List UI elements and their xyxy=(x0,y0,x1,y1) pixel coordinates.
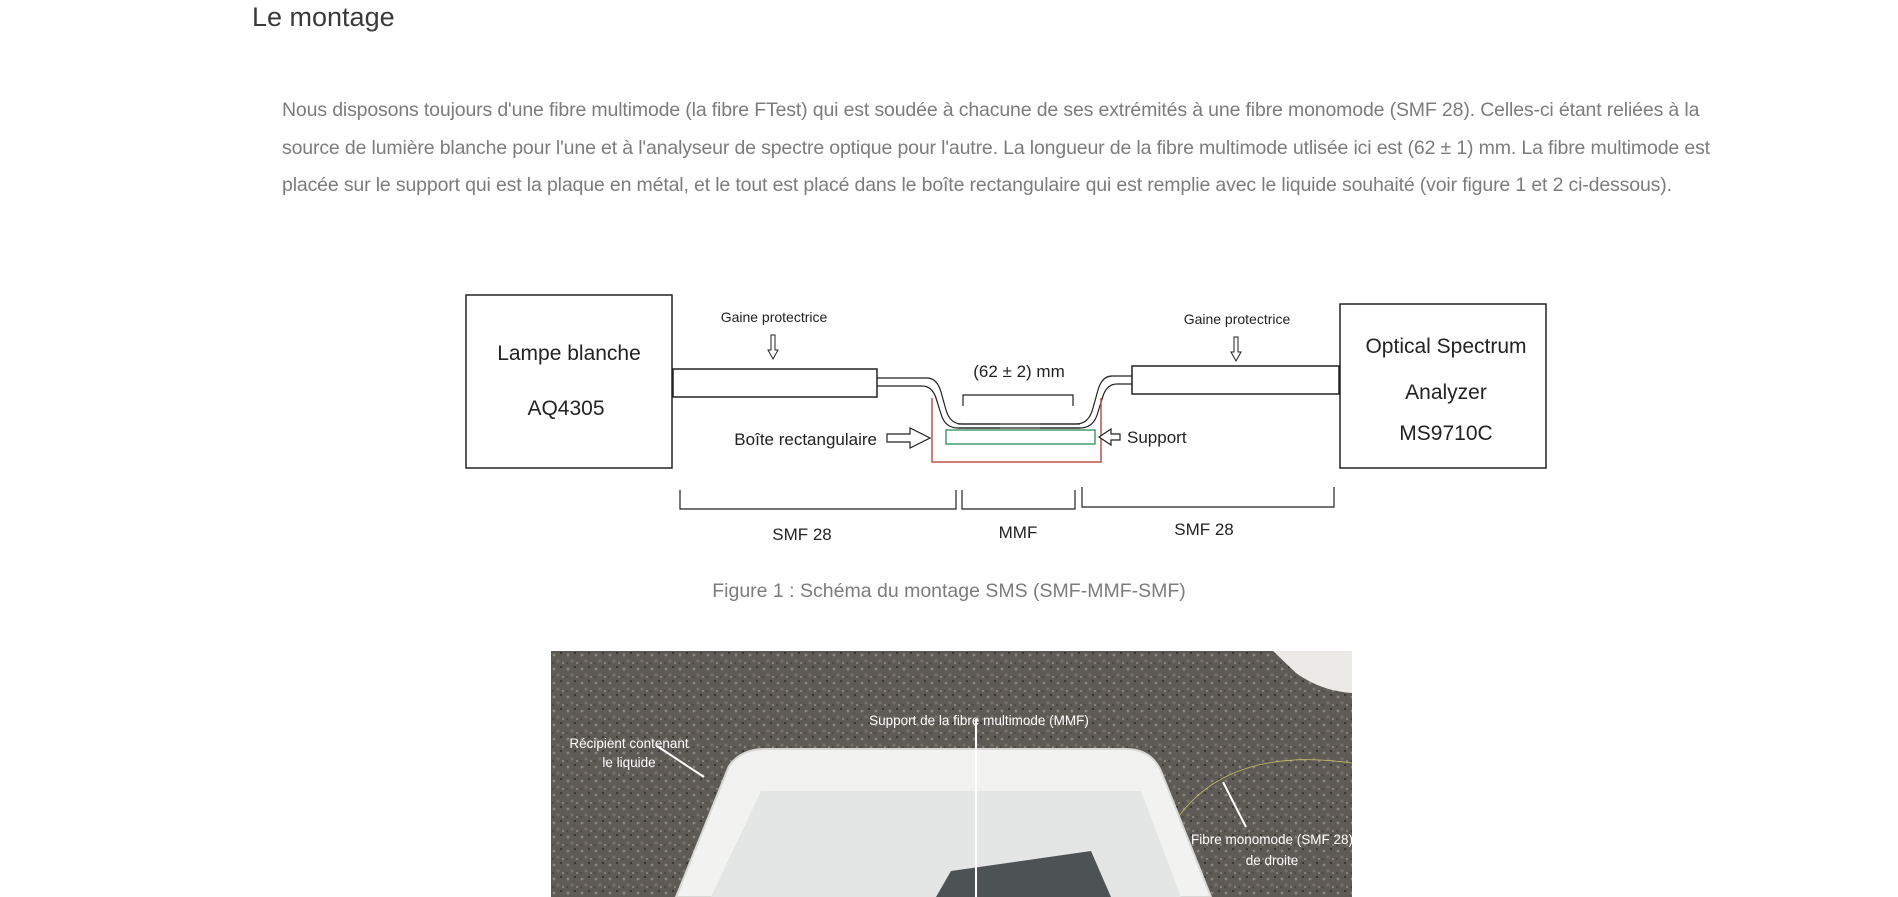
bracket-mmf xyxy=(961,490,1076,510)
paragraph-line: Nous disposons toujours d'une fibre mult… xyxy=(282,99,1700,121)
lamp-label-line1: Lampe blanche xyxy=(497,342,641,365)
figure1-caption: Figure 1 : Schéma du montage SMS (SMF-MM… xyxy=(712,580,1186,602)
support-plate xyxy=(945,429,1096,445)
segment-label-mmf: MMF xyxy=(999,523,1038,542)
section-title: Le montage xyxy=(252,2,395,32)
box-label: Boîte rectangulaire xyxy=(734,430,877,449)
support-arrow-icon xyxy=(1097,427,1121,447)
bracket-smf-right xyxy=(1081,487,1335,508)
sheath-right xyxy=(1131,365,1340,395)
lamp-box xyxy=(465,294,673,469)
setup-diagram: Lampe blanche AQ4305 Optical Spectrum An… xyxy=(465,294,1547,544)
fiber-right xyxy=(1040,375,1132,425)
intro-paragraph: Nous disposons toujours d'une fibre mult… xyxy=(282,92,1710,205)
osa-label-line1: Optical Spectrum xyxy=(1365,335,1526,358)
sheath-right-label: Gaine protectrice xyxy=(1184,311,1291,327)
container-label-line2: le liquide xyxy=(602,755,655,770)
sheath-left-arrow-icon xyxy=(767,334,779,361)
support-label: Support xyxy=(1127,428,1187,447)
osa-label-line2: Analyzer xyxy=(1405,381,1487,404)
setup-photo: Récipient contenant le liquide Support d… xyxy=(551,651,1352,897)
lamp-label-line2: AQ4305 xyxy=(527,397,604,420)
sheath-right-arrow-icon xyxy=(1230,336,1242,363)
osa-label-line3: MS9710C xyxy=(1399,422,1492,445)
fiber-left-inner xyxy=(877,385,1000,429)
sheath-left-label: Gaine protectrice xyxy=(721,309,828,325)
support-photo-label: Support de la fibre multimode (MMF) xyxy=(869,713,1089,728)
paragraph-line: source de lumière blanche pour l'une et … xyxy=(282,136,1710,159)
container-label-line1: Récipient contenant xyxy=(569,736,689,751)
segment-label-smf-left: SMF 28 xyxy=(772,525,832,544)
paragraph-line: placée sur le support qui est la plaque … xyxy=(282,174,1672,196)
fiber-label-line1: Fibre monomode (SMF 28) xyxy=(1191,832,1352,847)
fiber-left xyxy=(877,377,1000,425)
segment-label-smf-right: SMF 28 xyxy=(1174,520,1234,539)
length-bracket xyxy=(962,394,1074,406)
sheath-left xyxy=(672,368,878,398)
fiber-label-line2: de droite xyxy=(1246,853,1299,868)
bracket-smf-left xyxy=(679,490,957,510)
length-label: (62 ± 2) mm xyxy=(973,362,1065,381)
box-arrow-icon xyxy=(886,427,932,449)
